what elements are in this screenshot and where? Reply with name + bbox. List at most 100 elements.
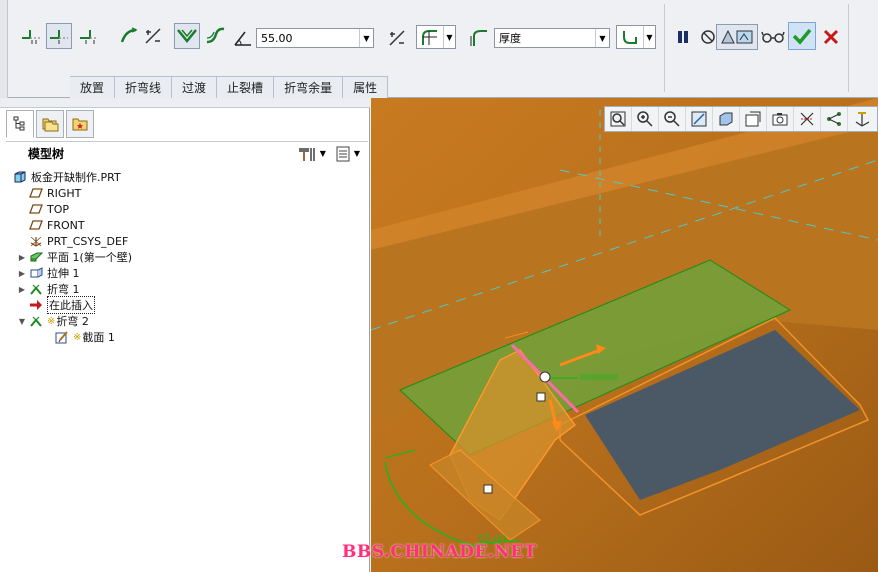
tree-item-label: RIGHT xyxy=(47,186,82,200)
tree-item-label: 拉伸 1 xyxy=(47,267,80,280)
datum-points-button[interactable] xyxy=(821,107,848,131)
bend-type-button-1[interactable] xyxy=(18,23,44,49)
modified-mark-icon: ※ xyxy=(73,331,82,343)
tab-favorites[interactable] xyxy=(66,110,94,138)
tree-settings-button[interactable]: ▼ xyxy=(296,145,326,163)
tab-properties[interactable]: 属性 xyxy=(343,77,389,98)
expand-toggle-icon[interactable]: ▶ xyxy=(16,253,28,262)
confirm-button[interactable] xyxy=(788,22,816,50)
flip-angle-icon xyxy=(389,30,405,46)
folder-browser-icon xyxy=(42,118,59,132)
tree-item[interactable]: ▶ 折弯 1 xyxy=(8,281,363,297)
tree-item-label: FRONT xyxy=(47,218,85,232)
drag-handle[interactable] xyxy=(539,371,551,383)
chevron-down-icon[interactable]: ▼ xyxy=(595,29,609,47)
part-icon xyxy=(12,170,28,184)
watermark: BBS.CHINADE.NET xyxy=(342,542,537,562)
datum-axis-icon xyxy=(800,112,814,126)
tab-bend-allowance[interactable]: 折弯余量 xyxy=(274,77,344,98)
chevron-down-icon[interactable]: ▼ xyxy=(443,26,455,48)
tab-bend-line[interactable]: 折弯线 xyxy=(115,77,173,98)
tools-hammer-icon xyxy=(298,147,315,161)
pause-button[interactable] xyxy=(670,24,696,50)
zoom-out-icon xyxy=(664,111,680,127)
view-toolbar xyxy=(604,106,878,132)
expand-toggle-icon[interactable]: ▶ xyxy=(16,269,28,278)
expand-toggle-icon[interactable]: ▶ xyxy=(16,285,28,294)
flip-fixed-side-button[interactable] xyxy=(140,23,166,49)
thickness-icon xyxy=(468,25,490,51)
tree-item[interactable]: PRT_CSYS_DEF xyxy=(8,233,363,249)
tree-item[interactable]: ▶ 拉伸 1 xyxy=(8,265,363,281)
bend-type-button-3[interactable] xyxy=(76,23,102,49)
tab-folder-browser[interactable] xyxy=(36,110,64,138)
tree-item[interactable]: ▶ 平面 1(第一个壁) xyxy=(8,249,363,265)
flat-wall-icon xyxy=(28,250,44,264)
tree-item-label: 折弯 2 xyxy=(56,315,89,328)
tab-relief[interactable]: 止裂槽 xyxy=(217,77,275,98)
zoom-in-button[interactable] xyxy=(632,107,659,131)
bend-roll-button[interactable] xyxy=(202,23,228,49)
tree-item[interactable]: ※ 截面 1 xyxy=(8,329,363,345)
cancel-button[interactable] xyxy=(818,24,844,50)
bend-direction-button[interactable] xyxy=(116,23,142,49)
tree-item-label: PRT_CSYS_DEF xyxy=(47,234,129,248)
bend-roll-icon xyxy=(206,27,225,44)
flip-angle-button[interactable] xyxy=(386,25,408,51)
tree-item[interactable]: TOP xyxy=(8,201,363,217)
sketch-icon xyxy=(54,330,70,344)
graphics-viewport[interactable]: 55.00 xyxy=(371,98,878,572)
drag-handle[interactable] xyxy=(536,392,546,402)
check-icon xyxy=(792,28,812,45)
datum-plane-icon xyxy=(28,186,44,200)
chevron-down-icon[interactable]: ▼ xyxy=(643,26,655,48)
datum-plane-icon xyxy=(28,218,44,232)
extrude-icon xyxy=(28,266,44,280)
tree-item-label: 截面 1 xyxy=(82,331,115,344)
tab-model-tree[interactable] xyxy=(6,110,34,138)
tree-item[interactable]: 在此插入 xyxy=(8,296,363,314)
csys-display-button[interactable] xyxy=(848,107,875,131)
tree-item[interactable]: RIGHT xyxy=(8,185,363,201)
model-graphics: 55.00 xyxy=(371,98,878,572)
view-manager-button[interactable] xyxy=(767,107,794,131)
dimension-tag xyxy=(580,374,618,380)
tree-columns-icon xyxy=(336,146,350,161)
model-tree-header: 模型树 ▼ ▼ xyxy=(6,141,368,165)
drag-handle[interactable] xyxy=(483,484,493,494)
bend-angle-type-icon xyxy=(177,29,197,43)
preview-mode-button[interactable] xyxy=(716,24,758,50)
repaint-button[interactable] xyxy=(686,107,713,131)
csys-icon xyxy=(855,112,869,127)
chevron-down-icon[interactable]: ▼ xyxy=(359,29,373,47)
chevron-down-icon: ▼ xyxy=(353,149,360,158)
tree-filter-button[interactable]: ▼ xyxy=(334,145,360,163)
tree-item-label: 折弯 1 xyxy=(47,283,80,296)
zoom-in-icon xyxy=(637,111,653,127)
bend-radius-type-combo[interactable]: 厚度 ▼ xyxy=(494,28,610,48)
zoom-out-button[interactable] xyxy=(659,107,686,131)
tab-placement[interactable]: 放置 xyxy=(70,77,116,98)
tree-item[interactable]: FRONT xyxy=(8,217,363,233)
model-tree-title: 模型树 xyxy=(28,147,65,161)
saved-views-button[interactable] xyxy=(740,107,767,131)
display-style-button[interactable] xyxy=(713,107,740,131)
repaint-icon xyxy=(691,111,707,127)
datum-display-button[interactable] xyxy=(794,107,821,131)
verify-glasses-button[interactable] xyxy=(760,24,786,50)
tree-item[interactable]: 板金开缺制作.PRT xyxy=(8,169,363,185)
angle-icon xyxy=(232,25,254,51)
radius-side-icon xyxy=(623,31,637,44)
bend-radius-location-select[interactable]: ▼ xyxy=(416,25,456,49)
tree-item[interactable]: ▼ ※ 折弯 2 xyxy=(8,313,363,329)
bend-angle-type-button[interactable] xyxy=(174,23,200,49)
dashboard-left-edge xyxy=(0,0,8,98)
tab-transition[interactable]: 过渡 xyxy=(172,77,218,98)
collapse-toggle-icon[interactable]: ▼ xyxy=(16,317,28,326)
bend-type-button-2[interactable] xyxy=(46,23,72,49)
bend-angle-combo[interactable]: 55.00 ▼ xyxy=(256,28,374,48)
refit-button[interactable] xyxy=(605,107,632,131)
datum-points-icon xyxy=(827,112,841,126)
tree-item-label: TOP xyxy=(47,202,70,216)
bend-radius-side-select[interactable]: ▼ xyxy=(616,25,656,49)
